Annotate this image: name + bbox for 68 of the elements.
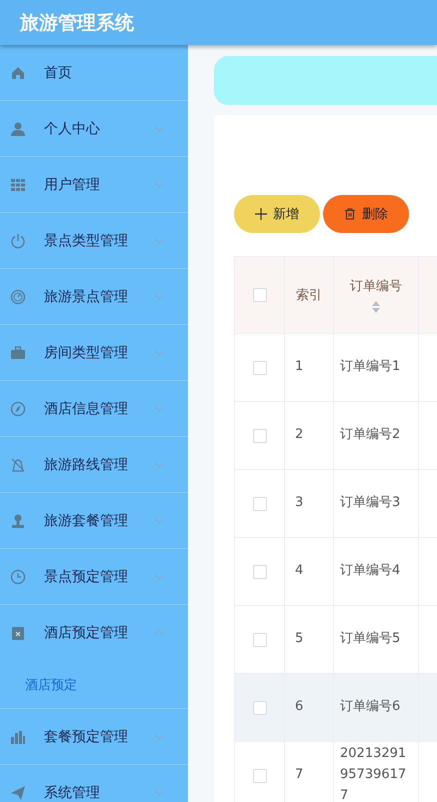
chevron-icon bbox=[154, 238, 164, 244]
menu-icon bbox=[10, 728, 26, 744]
chevron-icon bbox=[154, 294, 164, 300]
table-cell: 5 bbox=[295, 631, 304, 646]
sidebar-item[interactable]: 景点类型管理 bbox=[0, 213, 188, 269]
row-checkbox[interactable] bbox=[252, 768, 266, 782]
sidebar-item[interactable]: 旅游套餐管理 bbox=[0, 493, 188, 549]
add-button[interactable]: 新增 bbox=[234, 195, 320, 233]
table-cell: 20213291957396177 bbox=[340, 746, 406, 802]
menu-icon bbox=[10, 232, 26, 248]
sidebar-item[interactable]: 酒店信息管理 bbox=[0, 381, 188, 437]
table-cell: 订单编号5 bbox=[340, 631, 400, 646]
chevron-icon bbox=[154, 518, 164, 524]
row-checkbox[interactable] bbox=[252, 360, 266, 374]
delete-button[interactable]: 删除 bbox=[323, 195, 409, 233]
row-checkbox[interactable] bbox=[252, 496, 266, 510]
menu-icon bbox=[10, 400, 26, 416]
chevron-icon bbox=[154, 350, 164, 356]
menu-icon bbox=[10, 64, 26, 80]
table-cell: 2 bbox=[295, 427, 304, 442]
menu-icon bbox=[10, 512, 26, 528]
chevron-icon bbox=[154, 630, 164, 636]
menu-icon bbox=[10, 288, 26, 304]
sidebar-item[interactable]: 旅游景点管理 bbox=[0, 269, 188, 325]
menu-icon bbox=[10, 784, 26, 800]
app-title: 旅游管理系统 bbox=[20, 10, 134, 36]
table-cell: 订单编号6 bbox=[340, 699, 400, 714]
chevron-icon bbox=[154, 406, 164, 412]
chevron-icon bbox=[154, 574, 164, 580]
chevron-icon bbox=[154, 462, 164, 468]
sidebar-item[interactable]: 用户管理 bbox=[0, 157, 188, 213]
sort-icon[interactable] bbox=[372, 301, 380, 313]
chevron-icon bbox=[154, 126, 164, 132]
table-cell: 4 bbox=[295, 563, 304, 578]
menu-icon bbox=[10, 344, 26, 360]
sidebar-item[interactable]: 房间类型管理 bbox=[0, 325, 188, 381]
row-checkbox[interactable] bbox=[252, 428, 266, 442]
sidebar-item[interactable]: 首页 bbox=[0, 45, 188, 101]
menu-icon bbox=[10, 120, 26, 136]
table-cell: 7 bbox=[295, 767, 304, 782]
table-cell: 订单编号1 bbox=[340, 359, 400, 374]
menu-icon bbox=[10, 176, 26, 192]
row-checkbox[interactable] bbox=[252, 700, 266, 714]
column-header: 索引 bbox=[296, 288, 322, 303]
table-cell: 1 bbox=[295, 359, 304, 374]
sidebar-item[interactable]: 个人中心 bbox=[0, 101, 188, 157]
chevron-icon bbox=[154, 734, 164, 740]
table-cell: 订单编号4 bbox=[340, 563, 400, 578]
plus-icon bbox=[255, 208, 267, 220]
menu-icon bbox=[10, 568, 26, 584]
table-cell: 订单编号3 bbox=[340, 495, 400, 510]
column-header[interactable]: 订单编号 bbox=[344, 277, 408, 295]
chevron-icon bbox=[154, 182, 164, 188]
table-cell: 3 bbox=[295, 495, 304, 510]
select-all-checkbox[interactable] bbox=[252, 288, 266, 302]
menu-icon bbox=[10, 456, 26, 472]
sidebar-item[interactable]: 酒店预定管理 bbox=[0, 605, 188, 661]
chevron-icon bbox=[154, 790, 164, 796]
menu-icon bbox=[10, 625, 26, 641]
sidebar-item[interactable]: 套餐预定管理 bbox=[0, 709, 188, 765]
sidebar-item[interactable]: 系统管理 bbox=[0, 765, 188, 802]
sidebar-item[interactable]: 旅游路线管理 bbox=[0, 437, 188, 493]
table-cell: 订单编号2 bbox=[340, 427, 400, 442]
table-cell: 6 bbox=[295, 699, 304, 714]
row-checkbox[interactable] bbox=[252, 564, 266, 578]
sidebar-item[interactable]: 景点预定管理 bbox=[0, 549, 188, 605]
row-checkbox[interactable] bbox=[252, 632, 266, 646]
trash-icon bbox=[344, 208, 356, 220]
